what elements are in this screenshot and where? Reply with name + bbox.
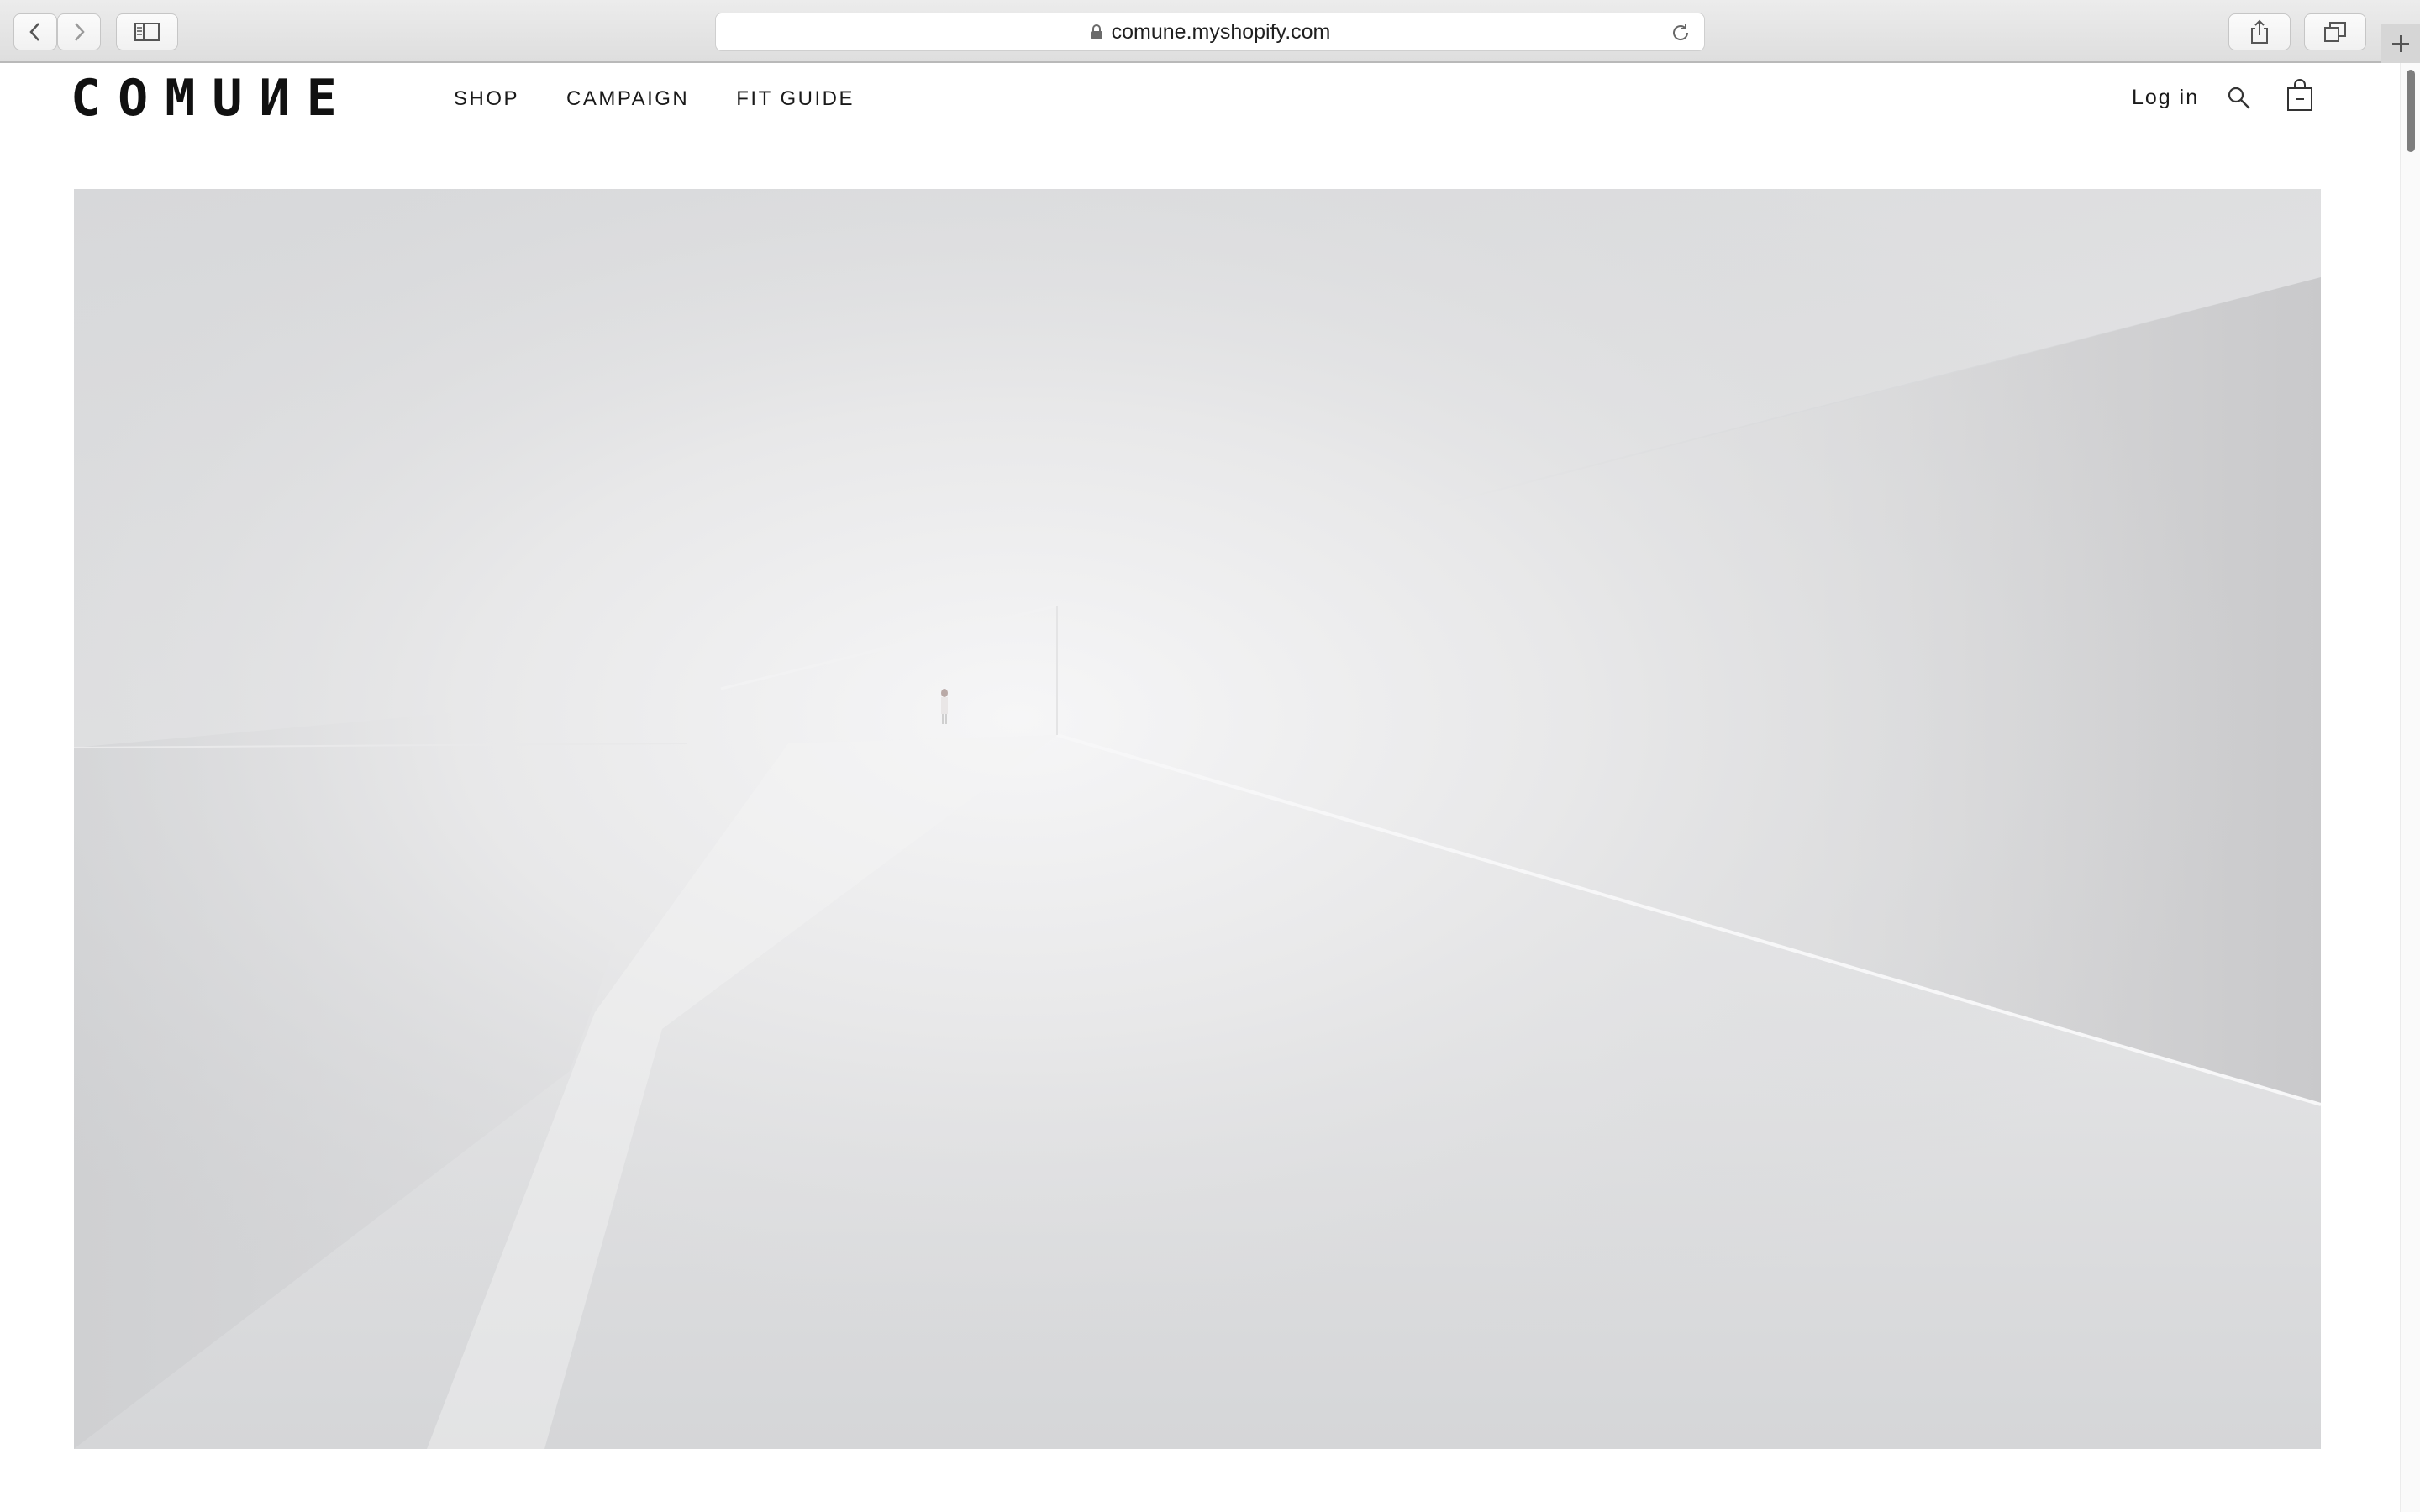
- address-bar[interactable]: comune.myshopify.com: [715, 13, 1705, 51]
- nav-fit-guide[interactable]: FIT GUIDE: [736, 87, 855, 111]
- page-scrollbar[interactable]: [2400, 63, 2420, 1512]
- back-button[interactable]: [13, 13, 57, 50]
- chevron-right-icon: [75, 23, 85, 41]
- plus-icon: [2392, 35, 2409, 52]
- tabs-overview-button[interactable]: [2304, 13, 2366, 50]
- nav-campaign[interactable]: CAMPAIGN: [566, 87, 689, 111]
- share-button[interactable]: [2228, 13, 2291, 50]
- url-text: comune.myshopify.com: [1111, 19, 1331, 44]
- lock-icon: [1090, 24, 1102, 39]
- login-link[interactable]: Log in: [2132, 86, 2199, 110]
- shopping-bag-icon: [2287, 79, 2312, 111]
- sidebar-icon: [134, 23, 160, 41]
- new-tab-button[interactable]: [2381, 24, 2420, 63]
- hero-image: [74, 189, 2321, 1449]
- cart-button[interactable]: [2286, 78, 2314, 116]
- nav-shop[interactable]: SHOP: [454, 87, 519, 111]
- sidebar-toggle-button[interactable]: [116, 13, 178, 50]
- search-icon: [2228, 87, 2250, 109]
- chevron-left-icon: [29, 23, 39, 41]
- site-logo[interactable]: COMUИE: [71, 69, 354, 128]
- browser-toolbar: comune.myshopify.com: [0, 0, 2420, 63]
- share-icon: [2251, 19, 2268, 44]
- reload-icon[interactable]: [1669, 21, 1692, 45]
- search-button[interactable]: [2227, 86, 2252, 115]
- main-nav: SHOP CAMPAIGN FIT GUIDE: [454, 87, 855, 111]
- scrollbar-thumb[interactable]: [2407, 70, 2415, 152]
- forward-button[interactable]: [57, 13, 101, 50]
- tabs-icon: [2324, 22, 2346, 42]
